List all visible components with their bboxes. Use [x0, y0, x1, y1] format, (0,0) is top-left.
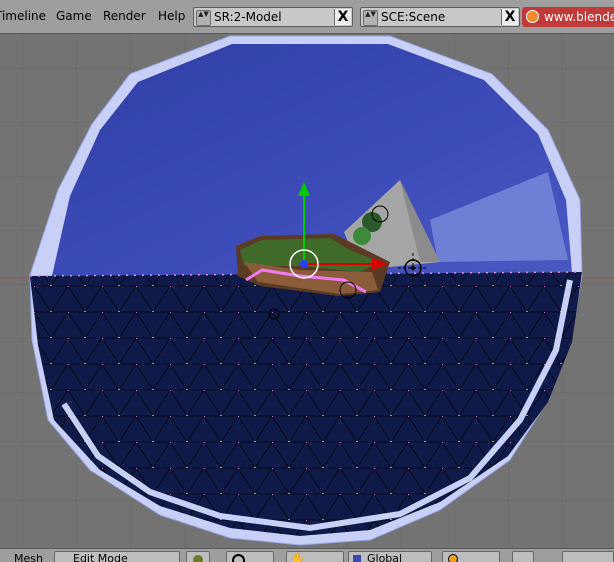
- screen-selector-arrows-icon[interactable]: ▲▼: [196, 10, 211, 26]
- menu-timeline[interactable]: Timeline: [0, 9, 46, 23]
- scene-delete-button[interactable]: X: [501, 9, 518, 25]
- viewport-header: Mesh Edit Mode ✋ Global: [0, 548, 614, 562]
- orientation-icon: [353, 555, 361, 562]
- screen-delete-button[interactable]: X: [334, 9, 351, 25]
- manipulator-center-dot[interactable]: [300, 260, 308, 268]
- menu-render[interactable]: Render: [103, 9, 146, 23]
- blender-logo-icon: [526, 10, 539, 23]
- blender-website-link[interactable]: www.blender: [522, 7, 614, 27]
- menu-game[interactable]: Game: [56, 9, 92, 23]
- pivot-button[interactable]: [226, 551, 274, 562]
- top-header: Timeline Game Render Help ▲▼ SR:2-Model …: [0, 0, 614, 34]
- draw-type-button[interactable]: [186, 551, 210, 562]
- select-mode-buttons[interactable]: [562, 551, 614, 562]
- screen-selector-value[interactable]: SR:2-Model: [214, 10, 282, 24]
- screen-selector[interactable]: ▲▼ SR:2-Model X: [193, 7, 353, 27]
- orientation-selector[interactable]: Global: [348, 551, 432, 562]
- mesh-menu[interactable]: Mesh: [14, 552, 43, 562]
- scene-selector-value[interactable]: SCE:Scene: [381, 10, 445, 24]
- scene-selector[interactable]: ▲▼ SCE:Scene X: [360, 7, 520, 27]
- manipulator-toggle[interactable]: ✋: [286, 551, 344, 562]
- menu-help[interactable]: Help: [158, 9, 185, 23]
- mode-selector-value[interactable]: Edit Mode: [73, 552, 128, 562]
- draw-type-icon: [193, 555, 203, 562]
- mode-selector[interactable]: Edit Mode: [54, 551, 180, 562]
- pivot-icon: [232, 554, 245, 562]
- blender-website-text[interactable]: www.blender: [544, 10, 614, 24]
- snap-button[interactable]: [442, 551, 500, 562]
- hand-icon: ✋: [291, 552, 305, 562]
- proportional-edit-button[interactable]: [512, 551, 534, 562]
- scene-selector-arrows-icon[interactable]: ▲▼: [363, 10, 378, 26]
- 3d-viewport[interactable]: [0, 34, 614, 548]
- snap-icon: [448, 554, 458, 562]
- orientation-value[interactable]: Global: [367, 552, 402, 562]
